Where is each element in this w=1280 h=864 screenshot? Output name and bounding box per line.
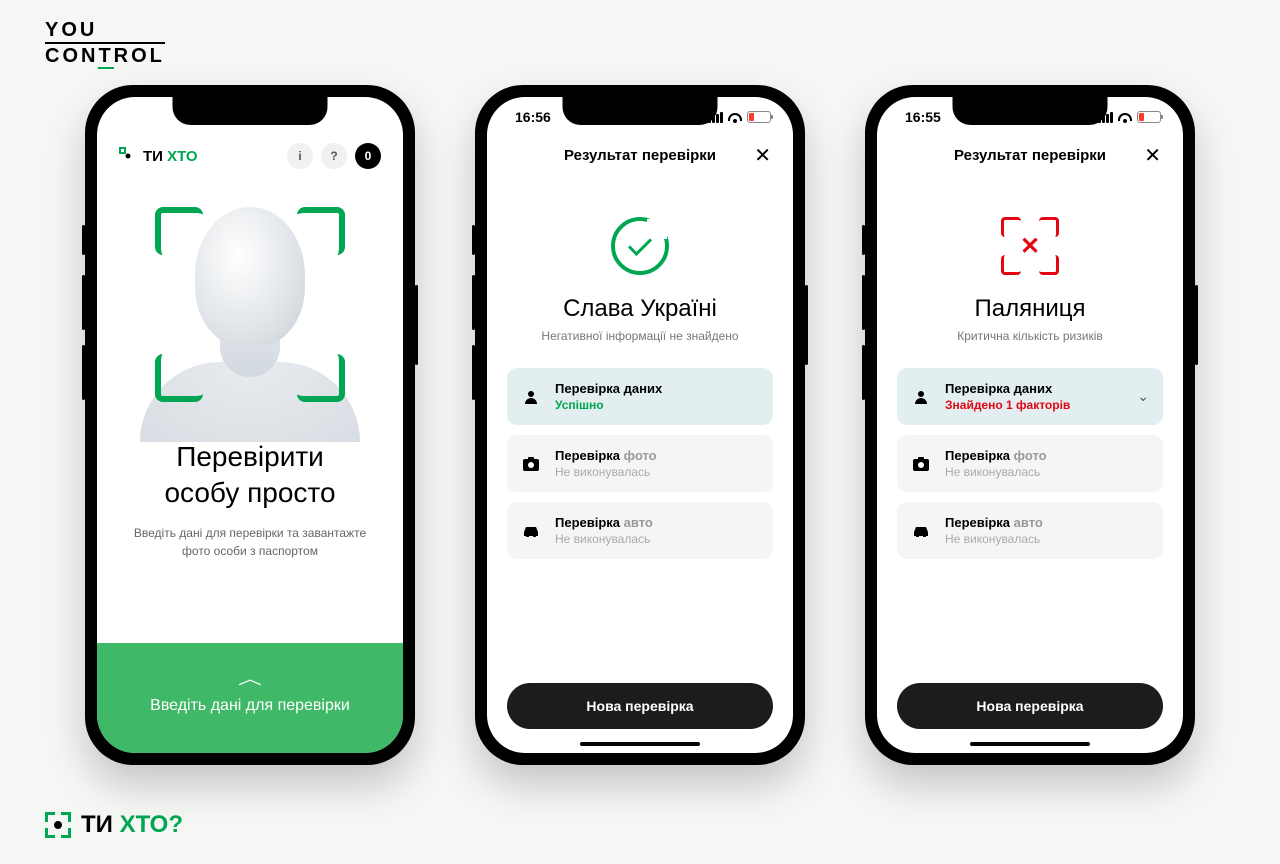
new-check-button[interactable]: Нова перевірка [507,683,773,729]
page-title: Результат перевірки [529,147,751,164]
result-subtitle: Негативної інформації не знайдено [487,329,793,343]
car-icon [521,521,541,541]
logo-line1: YOU [45,20,165,40]
chevron-down-icon: ⌄ [1137,388,1149,405]
status-time: 16:55 [905,109,941,125]
check-row-auto[interactable]: Перевірка автоНе виконувалась [507,502,773,559]
new-check-button[interactable]: Нова перевірка [897,683,1163,729]
check-row-auto[interactable]: Перевірка автоНе виконувалась [897,502,1163,559]
success-check-icon [611,217,669,275]
phone-mockup-success: 16:56 Результат перевірки ✕ Слава Україн… [475,85,805,765]
result-subtitle: Критична кількість ризиків [877,329,1183,343]
check-row-photo[interactable]: Перевірка фотоНе виконувалась [507,435,773,492]
result-title: Слава Україні [487,295,793,323]
person-icon [521,387,541,407]
phone-mockup-home: ТИ ХТО i ? 0 Перевіритиособу просто Введ… [85,85,415,765]
help-button[interactable]: ? [321,143,347,169]
logo-line2: CONTROL [45,42,165,69]
battery-icon [747,111,771,123]
hero-subtitle: Введіть дані для перевірки та завантажте… [97,524,403,560]
phone-mockup-fail: 16:55 Результат перевірки ✕ ✕ Паляниця К… [865,85,1195,765]
app-logo: ТИ ХТО [119,147,198,165]
close-button[interactable]: ✕ [751,143,771,168]
close-button[interactable]: ✕ [1141,143,1161,168]
wifi-icon [727,111,743,123]
fail-x-icon: ✕ [1001,217,1059,275]
car-icon [911,521,931,541]
result-title: Паляниця [877,295,1183,323]
status-time: 16:56 [515,109,551,125]
count-badge[interactable]: 0 [355,143,381,169]
person-icon [911,387,931,407]
youcontrol-logo: YOU CONTROL [45,20,165,69]
camera-icon [521,454,541,474]
face-scan-illustration [97,179,403,424]
check-row-photo[interactable]: Перевірка фотоНе виконувалась [897,435,1163,492]
info-button[interactable]: i [287,143,313,169]
check-row-data[interactable]: Перевірка данихЗнайдено 1 факторів ⌄ [897,368,1163,425]
battery-icon [1137,111,1161,123]
start-check-button[interactable]: ︿ Введіть дані для перевірки [97,643,403,753]
camera-icon [911,454,931,474]
page-title: Результат перевірки [919,147,1141,164]
check-row-data[interactable]: Перевірка данихУспішно [507,368,773,425]
chevron-up-icon: ︿ [238,665,262,689]
wifi-icon [1117,111,1133,123]
home-indicator [580,742,700,746]
tykhto-logo: ТИ ХТО? [45,811,183,839]
home-indicator [970,742,1090,746]
scan-frame-icon [45,812,71,838]
